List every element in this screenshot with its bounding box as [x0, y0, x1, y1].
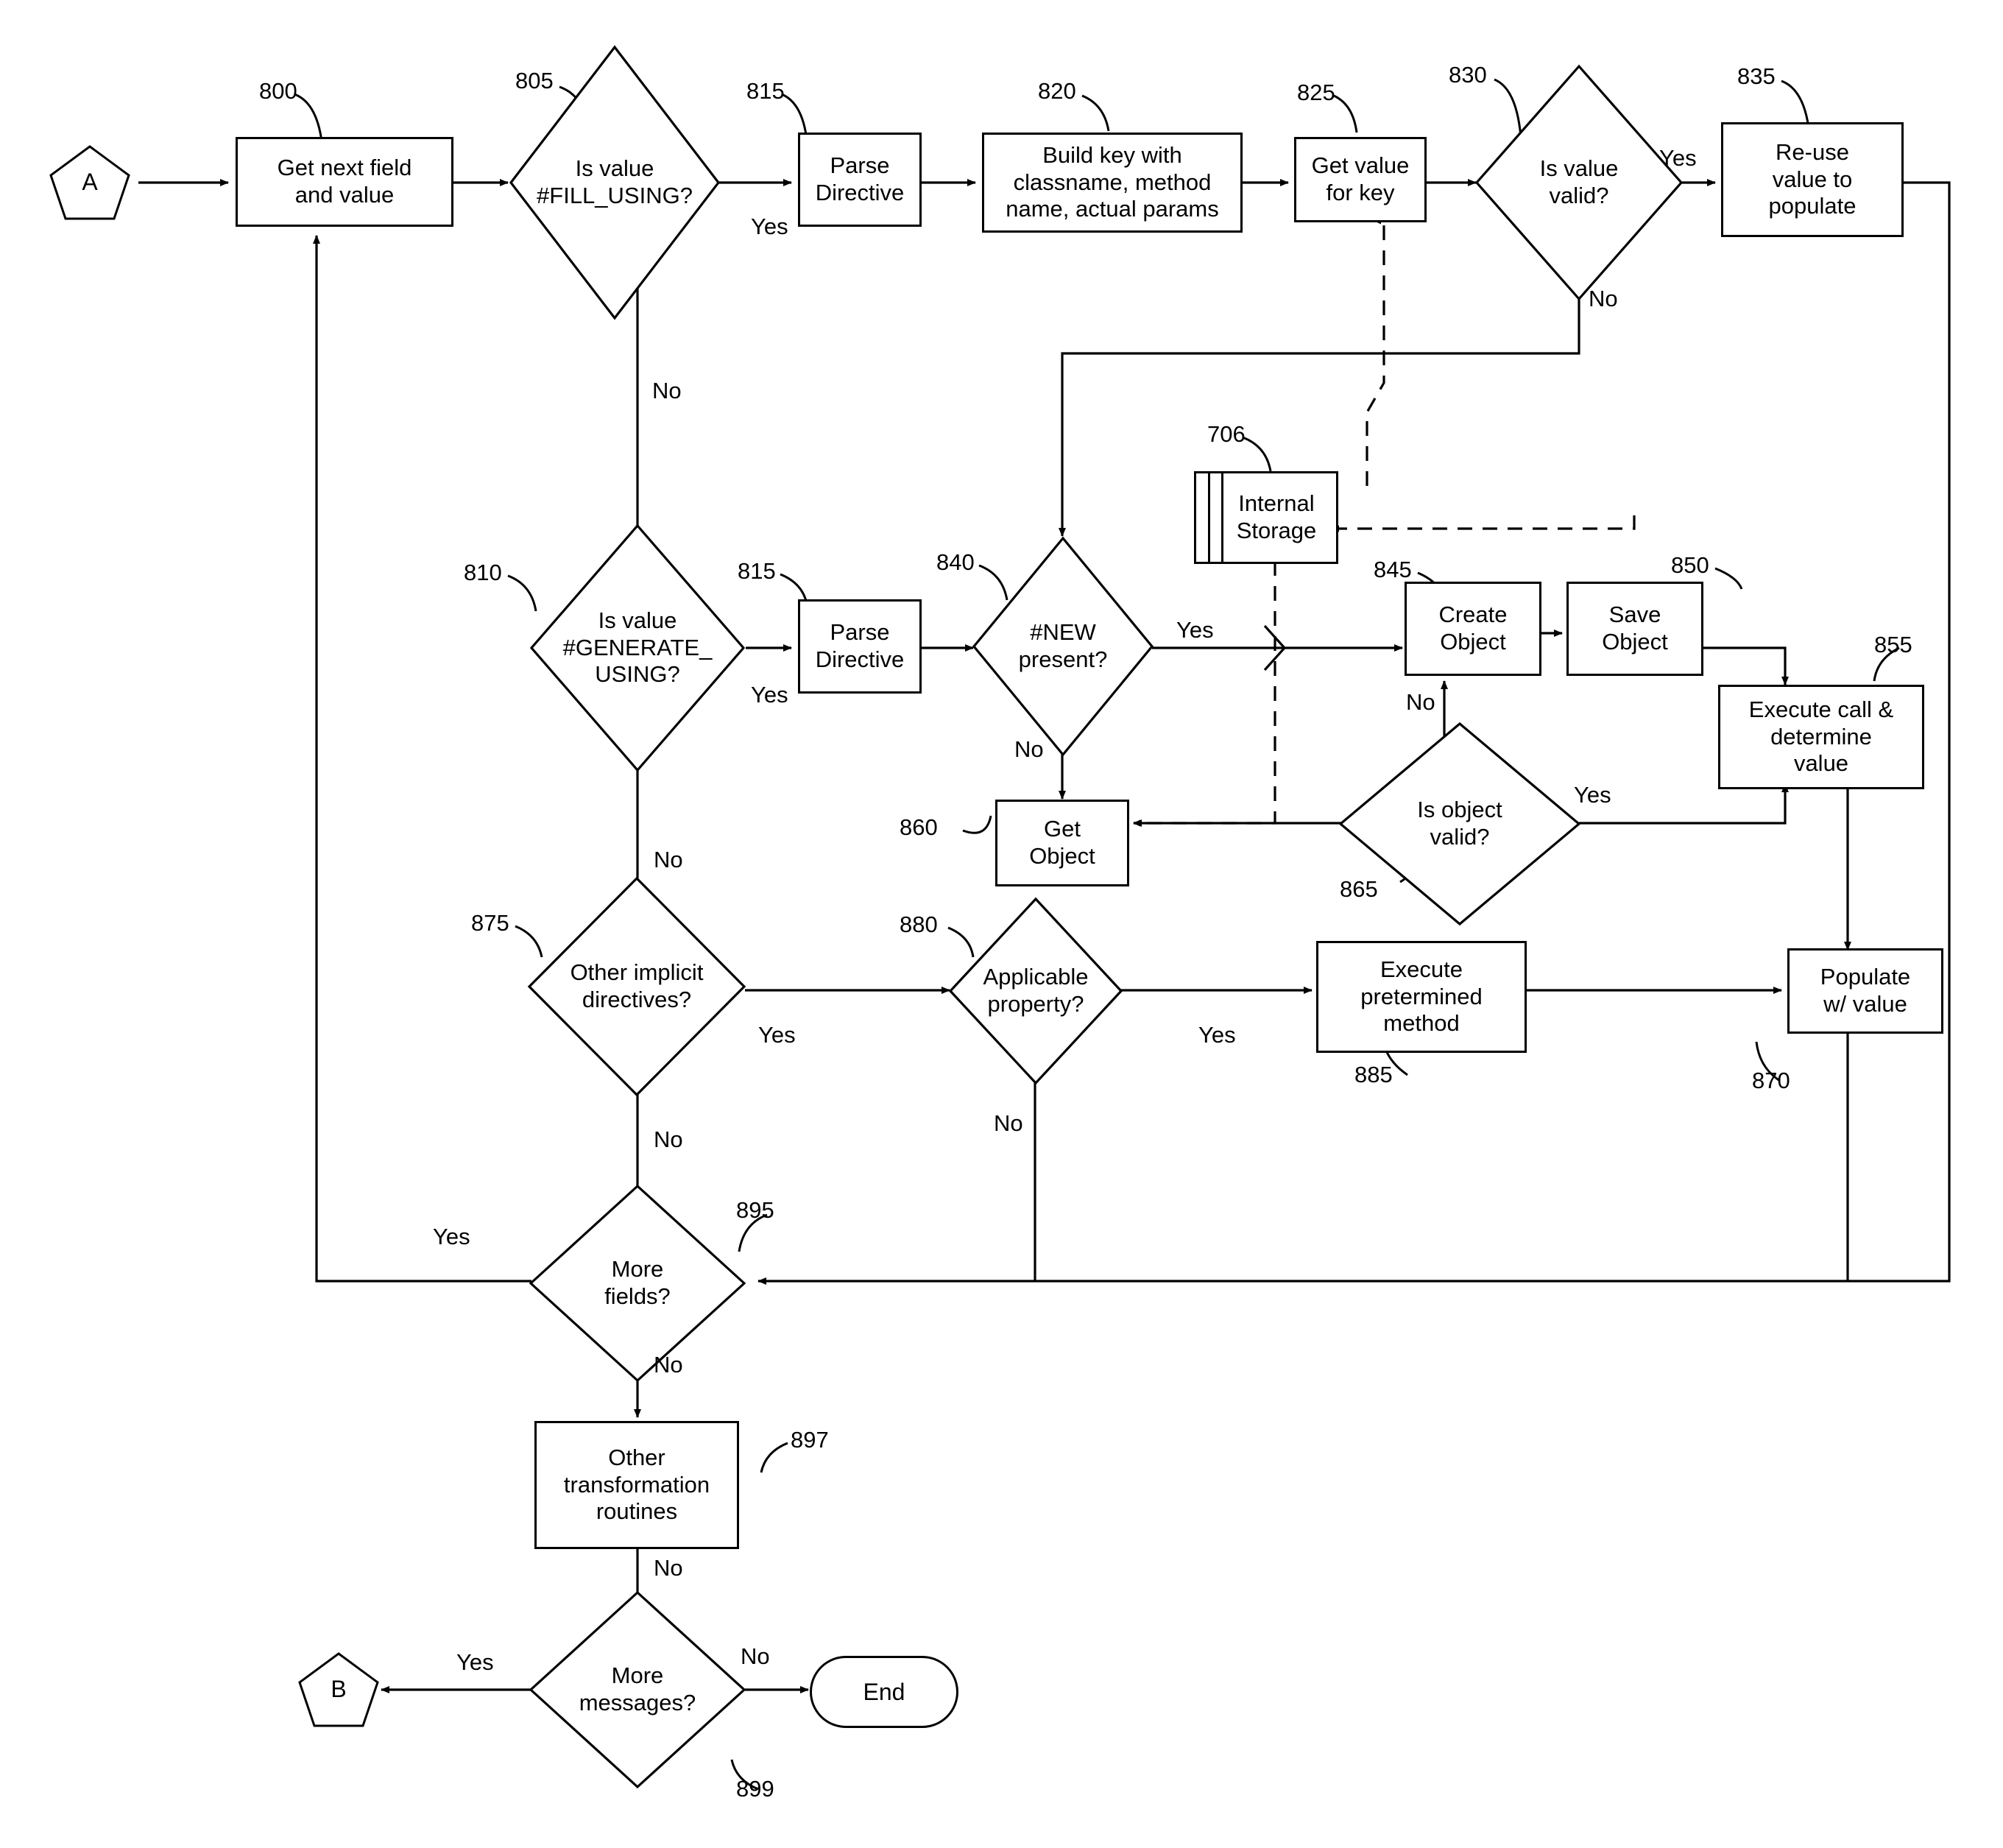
process-execute-pretermined-method-label: Execute pretermined method	[1360, 956, 1483, 1037]
process-parse-directive-1-label: Parse Directive	[815, 152, 905, 205]
connector-a: A	[49, 144, 131, 221]
decision-more-fields: More fields?	[529, 1184, 746, 1383]
decision-is-value-valid: Is value valid?	[1474, 63, 1684, 302]
ref-880: 880	[900, 911, 938, 937]
connector-b: B	[297, 1651, 380, 1728]
end-label: End	[863, 1678, 905, 1705]
ref-830: 830	[1449, 62, 1487, 88]
process-other-transformation-routines: Other transformation routines	[534, 1421, 739, 1549]
flowchart-canvas: A B End Get next field and value Parse D…	[0, 0, 2003, 1848]
decision-applicable-property: Applicable property?	[948, 897, 1123, 1085]
process-execute-call: Execute call & determine value	[1718, 685, 1924, 789]
process-get-value-for-key-label: Get value for key	[1311, 152, 1410, 205]
decision-more-messages-label: More messages?	[579, 1662, 696, 1715]
process-other-transformation-routines-label: Other transformation routines	[563, 1445, 710, 1525]
ref-815a: 815	[746, 78, 785, 104]
edge-label-implicit-no: No	[654, 1126, 683, 1152]
ref-800: 800	[259, 78, 297, 104]
process-populate-with-value: Populate w/ value	[1787, 948, 1943, 1034]
edge-label-fill-yes: Yes	[751, 214, 788, 239]
process-reuse-value: Re-use value to populate	[1721, 122, 1904, 237]
edge-label-generate-no: No	[654, 847, 683, 872]
decision-new-present: #NEW present?	[972, 536, 1154, 757]
process-create-object-label: Create Object	[1438, 602, 1508, 655]
ref-850: 850	[1671, 552, 1709, 578]
process-reuse-value-label: Re-use value to populate	[1768, 139, 1857, 219]
edge-label-morefields-yes: Yes	[433, 1224, 470, 1249]
ref-835: 835	[1737, 63, 1776, 89]
edge-label-transform-no: No	[654, 1555, 683, 1581]
ref-897: 897	[791, 1427, 829, 1453]
ref-870: 870	[1752, 1068, 1790, 1093]
edge-label-valid-yes: Yes	[1659, 145, 1697, 171]
decision-is-generate-using-label: Is value #GENERATE_ USING?	[562, 607, 713, 688]
edge-label-new-yes: Yes	[1176, 617, 1214, 643]
decision-applicable-property-label: Applicable property?	[983, 964, 1089, 1017]
process-execute-call-label: Execute call & determine value	[1748, 696, 1894, 777]
decision-is-fill-using-label: Is value #FILL_USING?	[537, 155, 693, 208]
process-populate-with-value-label: Populate w/ value	[1820, 964, 1911, 1017]
edge-label-generate-yes: Yes	[751, 682, 788, 708]
ref-875: 875	[471, 910, 509, 936]
edge-label-implicit-yes: Yes	[758, 1022, 796, 1048]
edge-label-moremsg-no: No	[741, 1643, 770, 1669]
ref-865: 865	[1340, 876, 1378, 902]
process-get-value-for-key: Get value for key	[1294, 137, 1427, 222]
decision-more-messages: More messages?	[529, 1590, 746, 1789]
edge-label-morefields-no: No	[654, 1352, 683, 1378]
ref-706: 706	[1207, 421, 1246, 447]
edge-label-moremsg-yes: Yes	[456, 1649, 494, 1675]
decision-is-generate-using: Is value #GENERATE_ USING?	[529, 523, 746, 773]
process-parse-directive-2-label: Parse Directive	[815, 619, 905, 672]
process-execute-pretermined-method: Execute pretermined method	[1316, 941, 1527, 1053]
edge-label-property-no: No	[994, 1110, 1023, 1136]
decision-more-fields-label: More fields?	[604, 1256, 671, 1309]
connector-b-label: B	[331, 1676, 347, 1703]
ref-855: 855	[1874, 632, 1912, 657]
process-create-object: Create Object	[1405, 582, 1541, 676]
ref-815b: 815	[738, 558, 776, 584]
ref-885: 885	[1354, 1062, 1393, 1087]
edge-label-fill-no: No	[652, 378, 682, 403]
decision-is-value-valid-label: Is value valid?	[1539, 155, 1619, 208]
process-get-object-label: Get Object	[1029, 816, 1095, 869]
end-terminator: End	[810, 1656, 958, 1728]
edge-label-property-yes: Yes	[1198, 1022, 1236, 1048]
ref-899: 899	[736, 1776, 774, 1802]
process-build-key-label: Build key with classname, method name, a…	[1006, 142, 1219, 222]
process-build-key: Build key with classname, method name, a…	[982, 133, 1243, 233]
internal-storage-label: Internal Storage	[1236, 490, 1317, 543]
ref-825: 825	[1297, 80, 1335, 105]
process-save-object: Save Object	[1566, 582, 1703, 676]
ref-840: 840	[936, 549, 975, 575]
storage-bar-left	[1208, 473, 1210, 562]
internal-storage: Internal Storage	[1194, 471, 1338, 564]
process-parse-directive-1: Parse Directive	[798, 133, 922, 227]
ref-845: 845	[1374, 557, 1412, 582]
decision-other-implicit-directives-label: Other implicit directives?	[570, 959, 704, 1012]
ref-805: 805	[515, 68, 554, 94]
process-get-object: Get Object	[995, 800, 1129, 886]
edge-label-objvalid-no: No	[1406, 689, 1435, 715]
process-save-object-label: Save Object	[1602, 602, 1668, 655]
ref-895: 895	[736, 1197, 774, 1223]
ref-860: 860	[900, 814, 938, 840]
decision-is-object-valid-label: Is object valid?	[1417, 797, 1502, 850]
ref-820: 820	[1038, 78, 1076, 104]
edge-label-valid-no: No	[1589, 286, 1618, 311]
edge-label-new-no: No	[1014, 736, 1044, 762]
process-parse-directive-2: Parse Directive	[798, 599, 922, 694]
decision-new-present-label: #NEW present?	[1018, 619, 1108, 672]
process-get-next-field: Get next field and value	[236, 137, 453, 227]
edge-label-objvalid-yes: Yes	[1574, 782, 1611, 808]
ref-810: 810	[464, 560, 502, 585]
process-get-next-field-label: Get next field and value	[277, 155, 412, 208]
connector-a-label: A	[82, 169, 98, 196]
decision-other-implicit-directives: Other implicit directives?	[527, 876, 746, 1097]
